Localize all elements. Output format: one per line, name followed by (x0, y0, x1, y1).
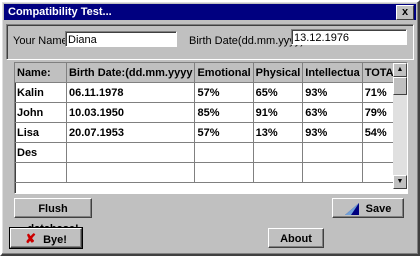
bye-label: Bye! (43, 234, 67, 246)
table-row[interactable] (15, 162, 407, 183)
cell-intellectual[interactable] (302, 162, 363, 183)
cell-physical[interactable]: 13% (253, 122, 304, 143)
cell-birth-date[interactable] (66, 162, 196, 183)
column-header-emotional[interactable]: Emotional (194, 63, 254, 83)
cell-name[interactable] (15, 162, 67, 183)
results-table: Name: Birth Date:(dd.mm.yyyy Emotional P… (15, 63, 407, 183)
results-grid[interactable]: Name: Birth Date:(dd.mm.yyyy Emotional P… (14, 62, 408, 194)
save-button[interactable]: Save (332, 198, 404, 218)
cell-name[interactable]: John (15, 102, 67, 123)
cell-physical[interactable] (253, 162, 304, 183)
column-header-physical[interactable]: Physical (253, 63, 304, 83)
cell-intellectual[interactable]: 93% (302, 82, 363, 103)
table-row[interactable]: Kalin 06.11.1978 57% 65% 93% 71% (15, 82, 407, 103)
app-window: Compatibility Test... x Your Name: Diana… (0, 0, 420, 256)
column-header-intellectual[interactable]: Intellectua (302, 63, 363, 83)
cell-birth-date[interactable]: 06.11.1978 (66, 82, 196, 103)
save-label: Save (365, 203, 392, 215)
table-row[interactable]: John 10.03.1950 85% 91% 63% 79% (15, 102, 407, 123)
vertical-scrollbar[interactable]: ▲ ▼ (393, 63, 407, 189)
birth-date-input[interactable]: 13.12.1976 (291, 29, 407, 45)
name-input[interactable]: Diana (65, 31, 177, 47)
cell-emotional[interactable]: 85% (194, 102, 254, 123)
window-title: Compatibility Test... (8, 6, 112, 18)
flush-database-button[interactable]: Flush database! (14, 198, 92, 235)
birth-date-label: Birth Date(dd.mm.yyyy): (189, 35, 307, 47)
title-bar[interactable]: Compatibility Test... x (4, 4, 416, 20)
cell-physical[interactable] (253, 142, 304, 163)
scroll-thumb[interactable] (393, 77, 407, 95)
save-icon (344, 203, 359, 216)
column-header-birth-date[interactable]: Birth Date:(dd.mm.yyyy (66, 63, 196, 83)
input-panel: Your Name: Diana Birth Date(dd.mm.yyyy):… (6, 24, 414, 60)
close-icon: x (401, 6, 409, 18)
cell-name-editing[interactable]: Des (15, 142, 67, 163)
cell-intellectual[interactable]: 63% (302, 102, 363, 123)
about-button[interactable]: About (268, 228, 324, 248)
table-row[interactable]: Lisa 20.07.1953 57% 13% 93% 54% (15, 122, 407, 143)
cell-name[interactable]: Lisa (15, 122, 67, 143)
cell-emotional[interactable]: 57% (194, 122, 254, 143)
cell-physical[interactable]: 65% (253, 82, 304, 103)
cell-intellectual[interactable]: 93% (302, 122, 363, 143)
cell-intellectual[interactable] (302, 142, 363, 163)
name-label: Your Name: (13, 35, 71, 47)
column-header-name[interactable]: Name: (15, 63, 67, 83)
cell-emotional[interactable] (194, 162, 254, 183)
cell-emotional[interactable] (194, 142, 254, 163)
cell-emotional[interactable]: 57% (194, 82, 254, 103)
scroll-down-button[interactable]: ▼ (393, 175, 407, 189)
header-row: Name: Birth Date:(dd.mm.yyyy Emotional P… (15, 63, 407, 83)
x-icon: ✘ (25, 231, 36, 246)
scroll-up-button[interactable]: ▲ (393, 63, 407, 77)
cell-birth-date[interactable]: 20.07.1953 (66, 122, 196, 143)
close-button[interactable]: x (396, 5, 414, 20)
cell-birth-date[interactable]: 10.03.1950 (66, 102, 196, 123)
cell-birth-date[interactable] (66, 142, 196, 163)
table-row-editing[interactable]: Des (15, 142, 407, 163)
cell-physical[interactable]: 91% (253, 102, 304, 123)
bye-button[interactable]: ✘ Bye! (9, 227, 83, 249)
cell-name[interactable]: Kalin (15, 82, 67, 103)
